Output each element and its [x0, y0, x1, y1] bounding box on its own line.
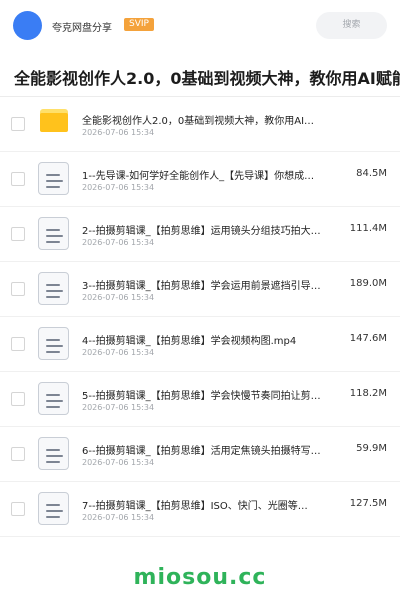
file-date: 2026-07-06 15:34 — [82, 238, 155, 247]
title-bar: 全能影视创作人2.0，0基础到视频大神，教你用AI赋能内容 — [0, 54, 400, 97]
file-row[interactable]: 7--拍摄剪辑课_【拍剪思维】ISO、快门、光圈等… 2026-07-06 15… — [0, 482, 400, 537]
file-list: 全能影视创作人2.0，0基础到视频大神，教你用AI… 2026-07-06 15… — [0, 97, 400, 537]
row-checkbox[interactable] — [11, 282, 25, 296]
document-icon — [38, 217, 69, 250]
file-row[interactable]: 6--拍摄剪辑课_【拍剪思维】活用定焦镜头拍摄特写… 2026-07-06 15… — [0, 427, 400, 482]
file-size: 147.6M — [349, 333, 387, 344]
file-name: 全能影视创作人2.0，0基础到视频大神，教你用AI… — [82, 116, 315, 127]
file-date: 2026-07-06 15:34 — [82, 348, 155, 357]
file-row[interactable]: 5--拍摄剪辑课_【拍剪思维】学会快慢节奏同拍让剪… 2026-07-06 15… — [0, 372, 400, 427]
file-date: 2026-07-06 15:34 — [82, 513, 155, 522]
file-date: 2026-07-06 15:34 — [82, 293, 155, 302]
svip-badge: SVIP — [124, 18, 154, 31]
file-name: 1--先导课-如何学好全能创作人_【先导课】你想成… — [82, 171, 315, 182]
file-row[interactable]: 4--拍摄剪辑课_【拍剪思维】学会视频构图.mp4 2026-07-06 15:… — [0, 317, 400, 372]
file-row[interactable]: 1--先导课-如何学好全能创作人_【先导课】你想成… 2026-07-06 15… — [0, 152, 400, 207]
row-checkbox[interactable] — [11, 447, 25, 461]
file-name: 4--拍摄剪辑课_【拍剪思维】学会视频构图.mp4 — [82, 336, 297, 347]
file-name: 7--拍摄剪辑课_【拍剪思维】ISO、快门、光圈等… — [82, 501, 308, 512]
app-header: 夸克网盘分享 SVIP 搜索 — [0, 0, 400, 54]
document-icon — [38, 162, 69, 195]
file-size: 59.9M — [356, 443, 387, 454]
search-input[interactable]: 搜索 — [316, 12, 387, 39]
file-date: 2026-07-06 15:34 — [82, 403, 155, 412]
file-size: 127.5M — [349, 498, 387, 509]
file-row[interactable]: 3--拍摄剪辑课_【拍剪思维】学会运用前景遮挡引导… 2026-07-06 15… — [0, 262, 400, 317]
file-name: 3--拍摄剪辑课_【拍剪思维】学会运用前景遮挡引导… — [82, 281, 321, 292]
document-icon — [38, 327, 69, 360]
app-name: 夸克网盘分享 — [52, 23, 112, 34]
file-date: 2026-07-06 15:34 — [82, 458, 155, 467]
document-icon — [38, 272, 69, 305]
row-checkbox[interactable] — [11, 172, 25, 186]
document-icon — [38, 382, 69, 415]
row-checkbox[interactable] — [11, 392, 25, 406]
file-date: 2026-07-06 15:34 — [82, 183, 155, 192]
file-size: 189.0M — [349, 278, 387, 289]
watermark: miosou.cc — [133, 565, 267, 590]
file-name: 5--拍摄剪辑课_【拍剪思维】学会快慢节奏同拍让剪… — [82, 391, 321, 402]
file-row-folder[interactable]: 全能影视创作人2.0，0基础到视频大神，教你用AI… 2026-07-06 15… — [0, 97, 400, 152]
file-size: 118.2M — [349, 388, 387, 399]
file-name: 6--拍摄剪辑课_【拍剪思维】活用定焦镜头拍摄特写… — [82, 446, 321, 457]
file-date: 2026-07-06 15:34 — [82, 128, 155, 137]
row-checkbox[interactable] — [11, 117, 25, 131]
folder-icon — [40, 109, 68, 132]
page-title: 全能影视创作人2.0，0基础到视频大神，教你用AI赋能内容 — [14, 69, 400, 88]
row-checkbox[interactable] — [11, 337, 25, 351]
file-row[interactable]: 2--拍摄剪辑课_【拍剪思维】运用镜头分组技巧拍大… 2026-07-06 15… — [0, 207, 400, 262]
document-icon — [38, 492, 69, 525]
file-name: 2--拍摄剪辑课_【拍剪思维】运用镜头分组技巧拍大… — [82, 226, 321, 237]
row-checkbox[interactable] — [11, 502, 25, 516]
file-size: 111.4M — [349, 223, 387, 234]
row-checkbox[interactable] — [11, 227, 25, 241]
document-icon — [38, 437, 69, 470]
user-avatar[interactable] — [13, 11, 42, 40]
file-size: 84.5M — [356, 168, 387, 179]
